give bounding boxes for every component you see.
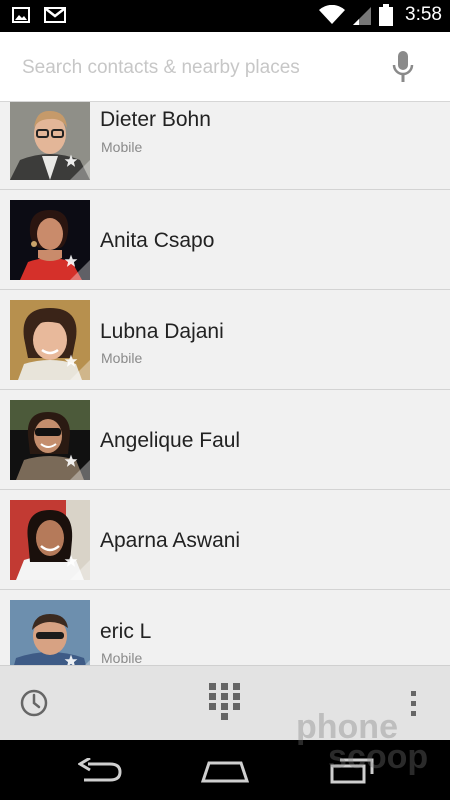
contact-name: Lubna Dajani	[100, 320, 224, 343]
back-icon[interactable]	[78, 758, 122, 784]
status-time: 3:58	[405, 4, 442, 25]
bottom-action-bar	[0, 665, 450, 740]
contact-item[interactable]: Aparna Aswani	[0, 490, 450, 590]
contact-item[interactable]: Lubna Dajani Mobile	[0, 290, 450, 390]
contact-item[interactable]: Dieter Bohn Mobile	[0, 102, 450, 190]
contact-name: Anita Csapo	[100, 229, 215, 252]
search-bar	[0, 32, 450, 102]
contact-photo	[10, 102, 90, 180]
wifi-icon	[319, 5, 346, 24]
dialpad-icon[interactable]	[209, 683, 241, 723]
contact-phone-type: Mobile	[101, 350, 143, 366]
home-icon[interactable]	[201, 759, 249, 783]
contact-name: eric L	[100, 620, 152, 643]
contact-photo	[10, 300, 90, 380]
recent-calls-clock-icon[interactable]	[20, 689, 48, 717]
overflow-menu-icon[interactable]	[411, 691, 417, 717]
microphone-icon[interactable]	[392, 51, 414, 83]
signal-icon	[353, 7, 372, 25]
status-bar: 3:58	[0, 0, 450, 32]
contact-phone-type: Mobile	[101, 650, 143, 665]
contact-item[interactable]: Anita Csapo	[0, 190, 450, 290]
contact-phone-type: Mobile	[101, 139, 143, 155]
contact-list: Dieter Bohn Mobile Anita Csapo Lubna Daj…	[0, 102, 450, 665]
battery-icon	[379, 4, 394, 26]
contact-photo	[10, 600, 90, 665]
contact-item[interactable]: eric L Mobile	[0, 590, 450, 665]
navigation-bar	[0, 740, 450, 800]
contact-name: Dieter Bohn	[100, 108, 211, 131]
contact-photo	[10, 400, 90, 480]
gmail-icon	[44, 7, 66, 23]
contact-item[interactable]: Angelique Faul	[0, 390, 450, 490]
contact-photo	[10, 500, 90, 580]
recent-apps-icon[interactable]	[330, 756, 374, 784]
gallery-icon	[12, 7, 30, 23]
contact-name: Angelique Faul	[100, 429, 241, 452]
search-input[interactable]	[20, 50, 354, 86]
contact-name: Aparna Aswani	[100, 529, 241, 552]
contact-photo	[10, 200, 90, 280]
